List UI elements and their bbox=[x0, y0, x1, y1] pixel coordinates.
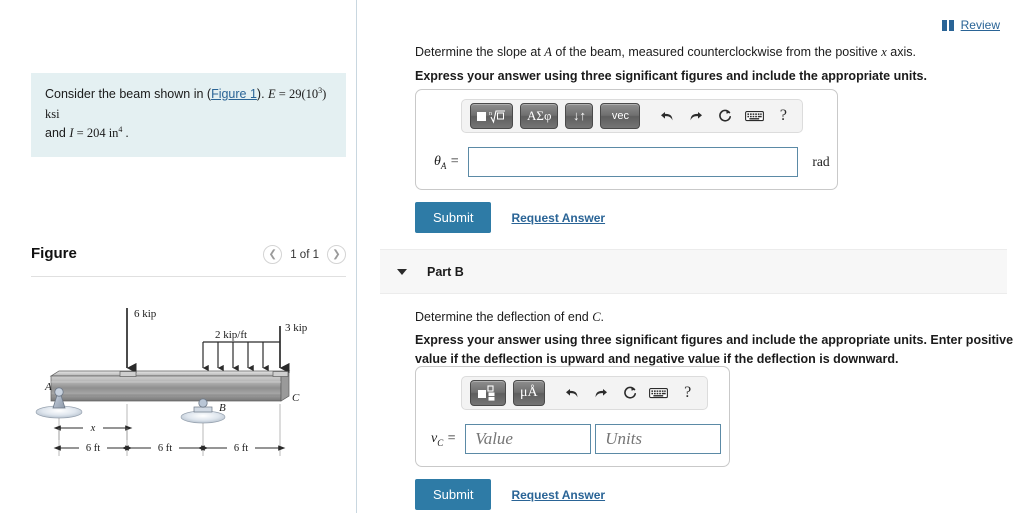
equals-sign: = bbox=[446, 153, 460, 169]
x-dimension-label: x bbox=[90, 423, 96, 434]
span-label-3: 6 ft bbox=[234, 443, 248, 454]
reset-icon[interactable] bbox=[714, 104, 736, 128]
right-panel: Review Determine the slope at A of the b… bbox=[357, 0, 1024, 513]
theta-symbol: θ bbox=[434, 153, 441, 169]
part-b-units-input[interactable] bbox=[595, 424, 722, 454]
undo-icon[interactable] bbox=[561, 381, 583, 405]
keyboard-icon[interactable] bbox=[648, 381, 670, 405]
figure-title: Figure bbox=[31, 245, 77, 262]
part-a-question-post: axis. bbox=[886, 45, 916, 59]
prompt-lead: Consider the beam shown in ( bbox=[45, 87, 212, 102]
part-b-value-input[interactable] bbox=[465, 424, 592, 454]
units-button[interactable]: μÅ bbox=[513, 380, 545, 406]
part-b-toolbar: μÅ ? bbox=[461, 376, 708, 410]
nth-root-icon: n bbox=[489, 109, 505, 124]
support-label-A: A bbox=[44, 381, 52, 393]
I-tail: . bbox=[122, 126, 129, 141]
span-label-1: 6 ft bbox=[86, 443, 100, 454]
I-value: = 204 in bbox=[73, 126, 119, 141]
part-a-answer-label: θA = bbox=[434, 154, 459, 171]
review-link[interactable]: Review bbox=[941, 18, 1000, 32]
part-a-request-answer-link[interactable]: Request Answer bbox=[511, 211, 605, 225]
E-symbol: E bbox=[268, 87, 276, 102]
template-grid-button[interactable] bbox=[470, 380, 506, 406]
vector-button[interactable]: vec bbox=[600, 103, 641, 129]
end-label-C: C bbox=[292, 392, 300, 404]
svg-text:n: n bbox=[489, 111, 492, 117]
greek-symbols-button[interactable]: ΑΣφ bbox=[520, 103, 559, 129]
left-panel: Consider the beam shown in (Figure 1). E… bbox=[0, 0, 356, 513]
part-b-question: Determine the deflection of end C. bbox=[415, 308, 1015, 327]
prompt-line2-lead: and bbox=[45, 126, 70, 141]
load-label-3kip: 3 kip bbox=[285, 322, 308, 334]
equals-sign: = bbox=[443, 430, 457, 446]
part-a-answer-panel: n ΑΣφ ↓↑ vec ? θA = rad bbox=[415, 89, 838, 190]
part-a-toolbar: n ΑΣφ ↓↑ vec ? bbox=[461, 99, 804, 133]
figure-count: 1 of 1 bbox=[290, 248, 319, 261]
caret-down-icon[interactable] bbox=[397, 268, 407, 275]
chevron-left-icon[interactable]: ❮ bbox=[263, 245, 283, 264]
figure-header: Figure ❮ 1 of 1 ❯ bbox=[31, 245, 346, 275]
part-b-question-post: . bbox=[600, 310, 605, 324]
chevron-right-icon[interactable]: ❯ bbox=[327, 245, 346, 264]
part-b-submit-button[interactable]: Submit bbox=[415, 479, 492, 510]
book-icon bbox=[941, 19, 955, 31]
problem-statement: Consider the beam shown in (Figure 1). E… bbox=[31, 73, 346, 158]
support-label-B: B bbox=[219, 402, 226, 414]
load-label-6kip: 6 kip bbox=[134, 308, 157, 320]
span-label-2: 6 ft bbox=[158, 443, 172, 454]
keyboard-icon[interactable] bbox=[743, 104, 765, 128]
part-a-answer-row: θA = rad bbox=[434, 147, 830, 177]
part-a-instruction: Express your answer using three signific… bbox=[415, 69, 927, 83]
part-b-request-answer-link[interactable]: Request Answer bbox=[511, 488, 605, 502]
figure-navigation: ❮ 1 of 1 ❯ bbox=[263, 245, 346, 264]
part-a-units-label: rad bbox=[812, 154, 830, 169]
problem-page: Consider the beam shown in (Figure 1). E… bbox=[0, 0, 1024, 513]
part-a-submit-button[interactable]: Submit bbox=[415, 202, 492, 233]
part-b-answer-label: vC = bbox=[431, 431, 456, 448]
reset-icon[interactable] bbox=[619, 381, 641, 405]
part-b-instruction: Express your answer using three signific… bbox=[415, 333, 1014, 366]
part-a-question-mid: of the beam, measured counterclockwise f… bbox=[551, 45, 882, 59]
E-value: = 29(10 bbox=[275, 87, 319, 102]
help-icon[interactable]: ? bbox=[772, 104, 794, 128]
arrows-button[interactable]: ↓↑ bbox=[565, 103, 594, 129]
undo-icon[interactable] bbox=[656, 104, 678, 128]
beam-diagram-svg: 6 kip 2 kip/ft 3 kip A B C x 6 ft 6 ft 6… bbox=[35, 308, 308, 456]
part-a-answer-input[interactable] bbox=[468, 147, 799, 177]
part-b-submit-row: Submit Request Answer bbox=[415, 479, 605, 510]
template-sqrt-button[interactable]: n bbox=[470, 103, 513, 129]
help-icon[interactable]: ? bbox=[677, 381, 699, 405]
part-b-question-pre: Determine the deflection of end bbox=[415, 310, 593, 324]
units-button-label: μÅ bbox=[520, 385, 538, 400]
beam-diagram[interactable]: 6 kip 2 kip/ft 3 kip A B C x 6 ft 6 ft 6… bbox=[31, 300, 351, 490]
part-b-header[interactable]: Part B bbox=[380, 249, 1007, 294]
figure-divider bbox=[31, 276, 346, 277]
prompt-after-link: ). bbox=[256, 87, 269, 102]
redo-icon[interactable] bbox=[590, 381, 612, 405]
part-b-var-C: C bbox=[592, 310, 601, 324]
load-label-2kipft: 2 kip/ft bbox=[215, 329, 247, 341]
part-a-var-A: A bbox=[544, 45, 552, 59]
template-grid-icon bbox=[478, 384, 495, 401]
redo-icon[interactable] bbox=[685, 104, 707, 128]
part-b-title: Part B bbox=[427, 264, 464, 279]
part-a-submit-row: Submit Request Answer bbox=[415, 202, 605, 233]
part-a-question: Determine the slope at A of the beam, me… bbox=[415, 43, 1015, 62]
part-a-question-pre: Determine the slope at bbox=[415, 45, 545, 59]
review-label: Review bbox=[960, 18, 1000, 32]
figure-1-link[interactable]: Figure 1 bbox=[211, 87, 257, 101]
part-b-answer-panel: μÅ ? vC = bbox=[415, 366, 730, 467]
part-b-answer-row: vC = bbox=[431, 424, 722, 454]
